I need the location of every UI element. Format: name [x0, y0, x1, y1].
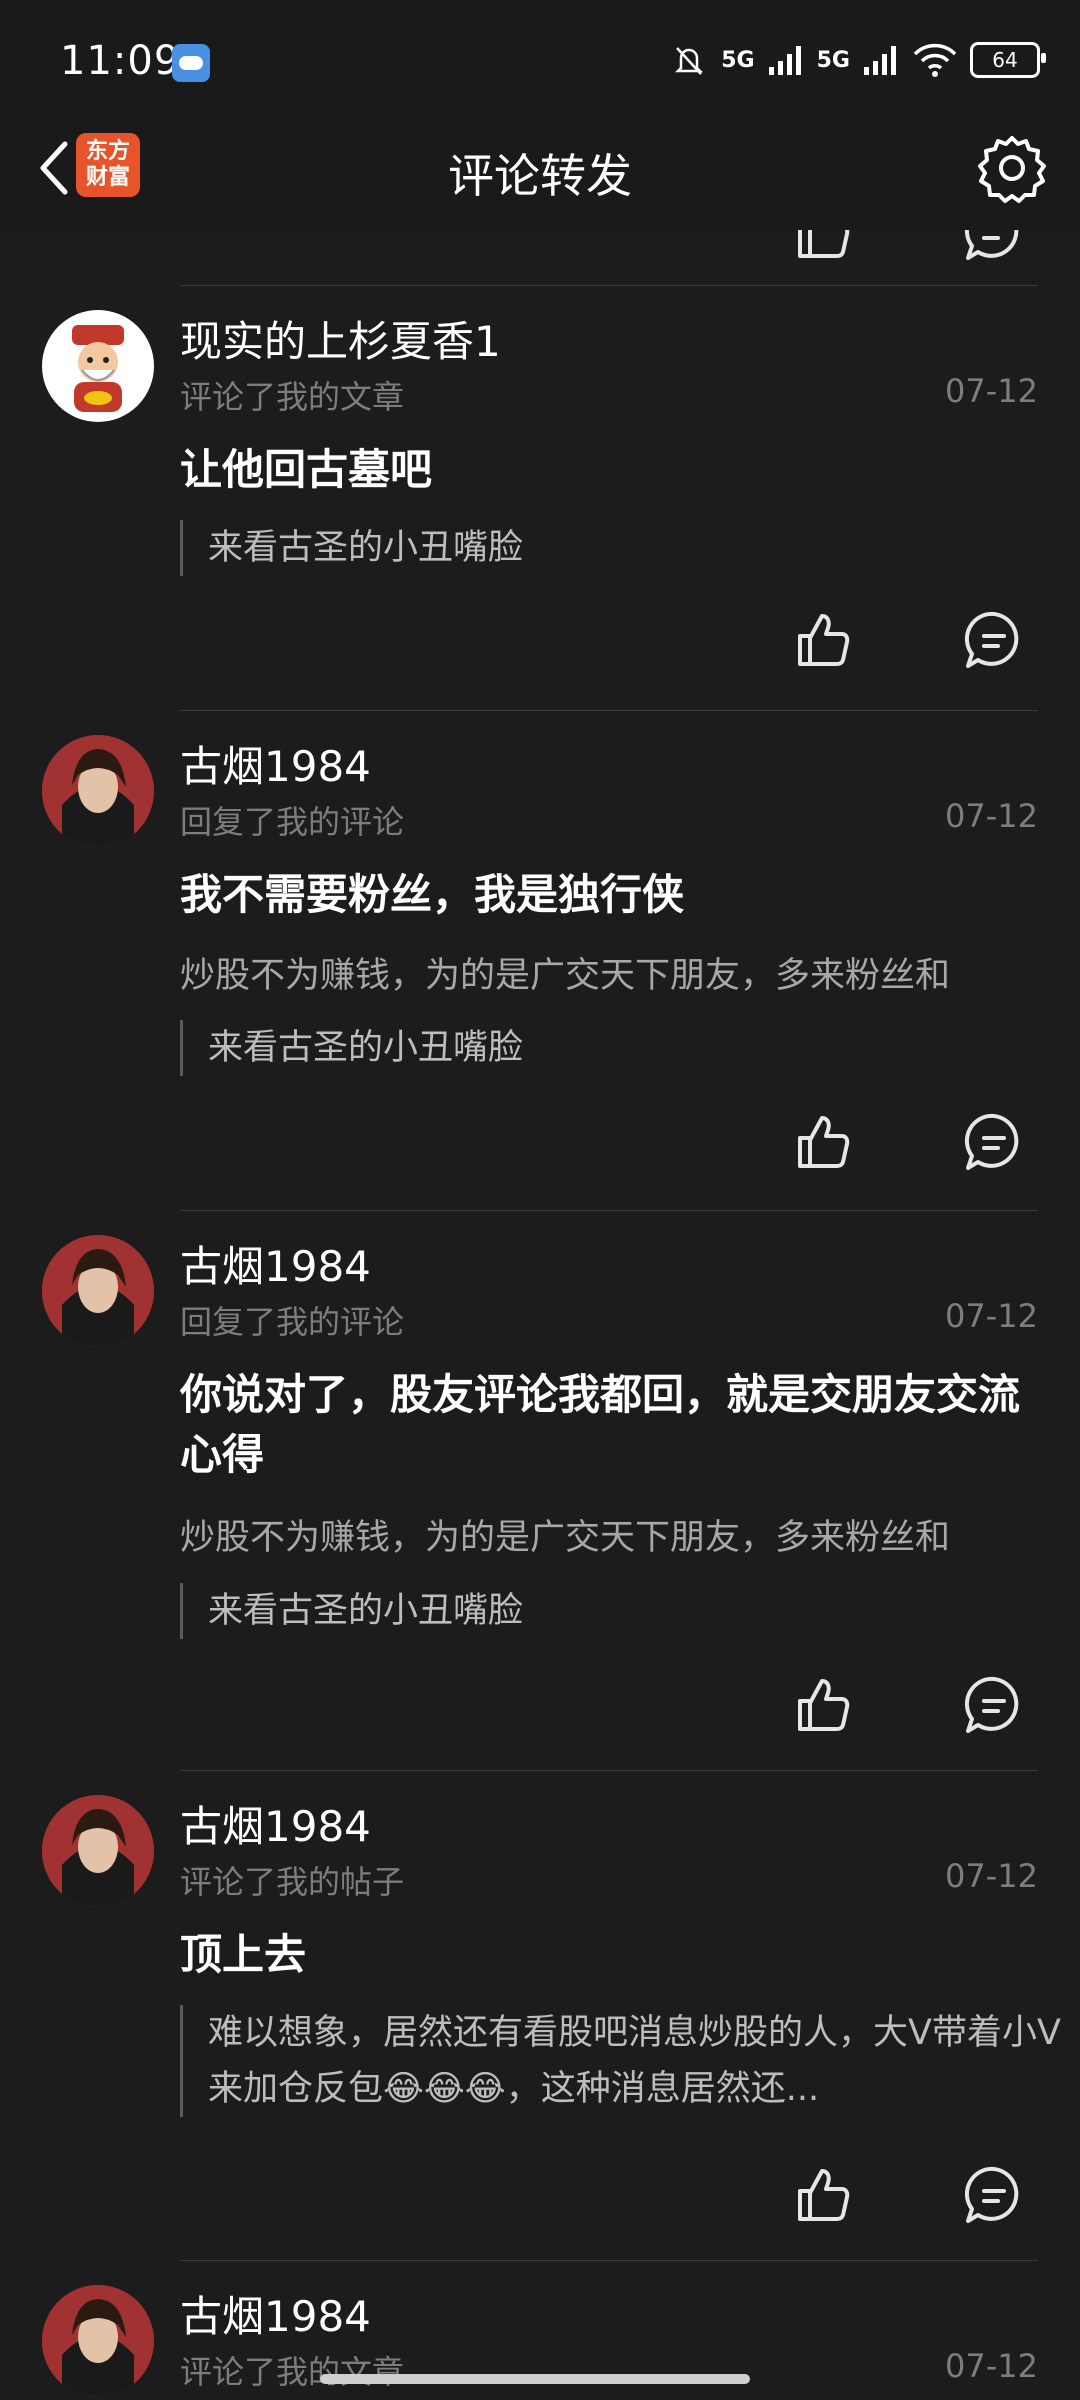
username[interactable]: 现实的上杉夏香1 — [180, 308, 501, 369]
comment-icon[interactable] — [962, 1110, 1026, 1174]
comment-text[interactable]: 你说对了，股友评论我都回，就是交朋友交流心得 — [180, 1365, 1040, 1485]
username[interactable]: 古烟1984 — [180, 1233, 371, 1294]
like-icon[interactable] — [790, 1673, 854, 1737]
avatar-portrait — [42, 1795, 154, 1907]
like-icon[interactable] — [790, 230, 854, 264]
battery-indicator: 64 — [970, 42, 1046, 78]
divider — [180, 1770, 1038, 1771]
comment-icon[interactable] — [962, 608, 1026, 672]
avatar[interactable] — [42, 310, 154, 422]
action-text: 评论了我的文章 — [180, 378, 405, 416]
avatar-portrait — [42, 1235, 154, 1347]
divider — [180, 710, 1038, 711]
cloud-icon — [172, 44, 210, 82]
action-text: 回复了我的评论 — [180, 803, 405, 841]
network-label-1: 5G — [721, 47, 755, 73]
avatar[interactable] — [42, 1795, 154, 1907]
like-icon[interactable] — [790, 1110, 854, 1174]
page-title: 评论转发 — [448, 149, 632, 203]
avatar[interactable] — [42, 2285, 154, 2397]
avatar-god-of-wealth — [72, 325, 124, 412]
comment-icon[interactable] — [962, 1673, 1026, 1737]
comment-text[interactable]: 让他回古墓吧 — [180, 440, 1040, 500]
comment-icon[interactable] — [962, 2163, 1026, 2227]
battery-level: 64 — [992, 48, 1018, 72]
avatar[interactable] — [42, 735, 154, 847]
network-label-2: 5G — [816, 47, 850, 73]
status-icons: 5G 5G 64 — [669, 36, 1046, 84]
comment-icon[interactable] — [962, 230, 1026, 264]
divider — [180, 285, 1038, 286]
quoted-content[interactable]: 难以想象，居然还有看股吧消息炒股的人，大V带着小V来加仓反包😂😂😂，这种消息居然… — [180, 2005, 1068, 2117]
like-icon[interactable] — [790, 608, 854, 672]
divider — [180, 2260, 1038, 2261]
bell-muted-icon — [675, 47, 704, 75]
status-time: 11:09 — [60, 38, 181, 84]
avatar-portrait — [42, 735, 154, 847]
quoted-content[interactable]: 来看古圣的小丑嘴脸 — [180, 1583, 1068, 1639]
signal-icon — [864, 46, 896, 75]
username[interactable]: 古烟1984 — [180, 1793, 371, 1854]
date: 07-12 — [945, 797, 1038, 835]
quoted-content[interactable]: 来看古圣的小丑嘴脸 — [180, 520, 1068, 576]
avatar-portrait — [42, 2285, 154, 2397]
home-indicator[interactable] — [320, 2374, 750, 2384]
action-text: 回复了我的评论 — [180, 1303, 405, 1341]
date: 07-12 — [945, 2347, 1038, 2385]
reply-preview[interactable]: 炒股不为赚钱，为的是广交天下朋友，多来粉丝和 — [180, 947, 1040, 998]
status-bar: 11:09 5G 5G 64 — [0, 0, 1080, 120]
divider — [180, 1210, 1038, 1211]
username[interactable]: 古烟1984 — [180, 733, 371, 794]
date: 07-12 — [945, 1297, 1038, 1335]
reply-preview[interactable]: 炒股不为赚钱，为的是广交天下朋友，多来粉丝和 — [180, 1509, 1040, 1560]
date: 07-12 — [945, 372, 1038, 410]
avatar[interactable] — [42, 1235, 154, 1347]
like-icon[interactable] — [790, 2163, 854, 2227]
quoted-content[interactable]: 来看古圣的小丑嘴脸 — [180, 1020, 1068, 1076]
action-text: 评论了我的帖子 — [180, 1863, 405, 1901]
username[interactable]: 古烟1984 — [180, 2283, 371, 2344]
wifi-icon — [913, 43, 957, 77]
comment-text[interactable]: 我不需要粉丝，我是独行侠 — [180, 865, 1040, 925]
message-list[interactable]: 现实的上杉夏香1 评论了我的文章 07-12 让他回古墓吧 来看古圣的小丑嘴脸 … — [0, 230, 1080, 2400]
signal-icon — [768, 46, 801, 75]
settings-gear-icon[interactable] — [974, 130, 1050, 206]
action-text: 评论了我的文章 — [180, 2353, 405, 2391]
comment-text[interactable]: 顶上去 — [180, 1925, 1040, 1985]
date: 07-12 — [945, 1857, 1038, 1895]
